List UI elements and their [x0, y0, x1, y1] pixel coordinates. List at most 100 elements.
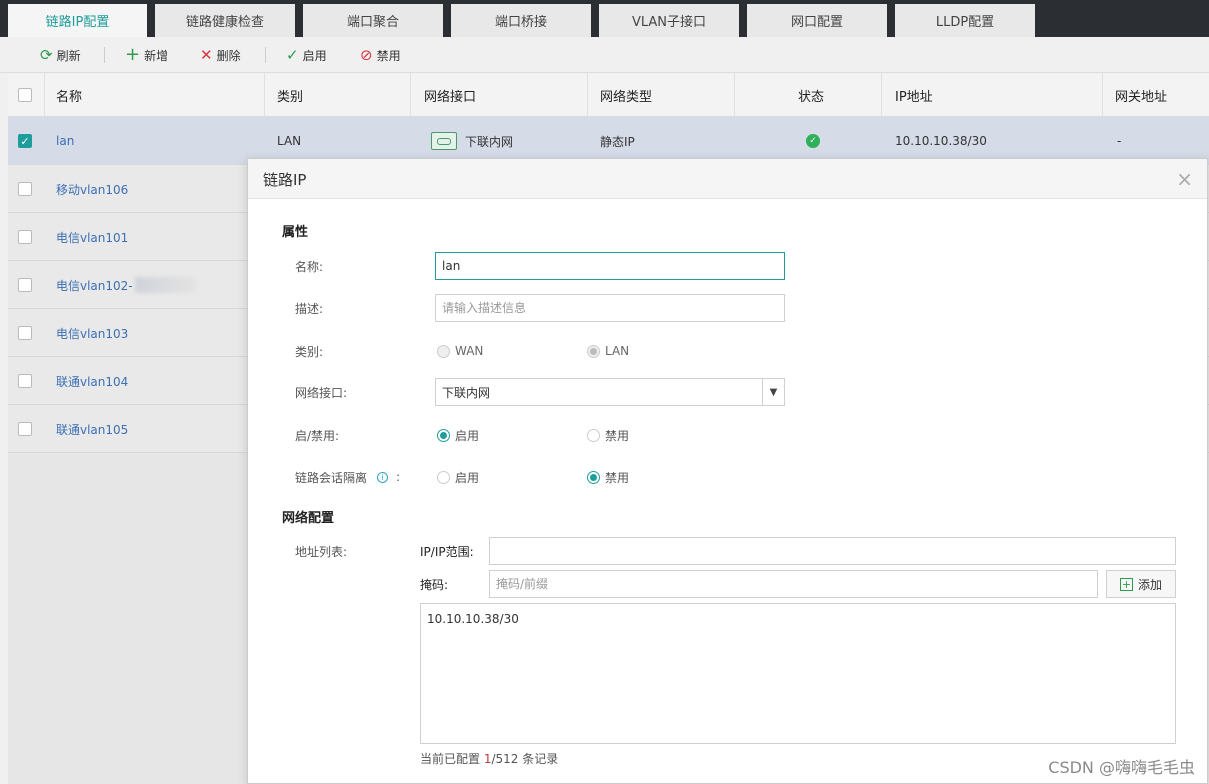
name-label: 名称: [295, 259, 324, 274]
description-label: 描述: [295, 301, 324, 316]
plus-icon: + [125, 44, 141, 65]
section-network-config: 网络配置 [282, 511, 335, 526]
ip-range-input[interactable] [489, 537, 1176, 565]
dialog-title: 链路IP [263, 170, 307, 189]
enable-button[interactable]: ✓ 启用 [286, 37, 327, 73]
col-net-type[interactable]: 网络类型 [600, 73, 652, 117]
link-ip-dialog: 链路IP × 属性 名称: 描述: 类别: WAN LAN 网络接口: 下联内网… [247, 158, 1208, 784]
col-category[interactable]: 类别 [277, 73, 303, 117]
refresh-icon: ⟳ [40, 45, 53, 64]
dialog-header: 链路IP × [248, 159, 1207, 199]
tab-port-config[interactable]: 网口配置 [747, 4, 887, 37]
interface-select[interactable]: 下联内网 ▼ [435, 378, 785, 406]
row-name-link[interactable]: 电信vlan102- [56, 261, 195, 309]
info-icon[interactable]: i [377, 471, 389, 483]
tab-lldp-config[interactable]: LLDP配置 [895, 4, 1035, 37]
radio-circle [437, 344, 450, 358]
category-lan-radio[interactable]: LAN [587, 337, 629, 365]
section-properties: 属性 [282, 225, 309, 240]
radio-label: 禁用 [605, 428, 630, 443]
row-checkbox[interactable] [18, 213, 32, 261]
disable-button[interactable]: ⊘ 禁用 [360, 37, 401, 73]
radio-circle [587, 470, 600, 484]
tab-link-health-check[interactable]: 链路健康检查 [155, 4, 295, 37]
ip-range-label: IP/IP范围: [420, 544, 474, 559]
delete-label: 删除 [216, 48, 241, 63]
description-input[interactable] [435, 294, 785, 322]
redacted-blur [134, 277, 195, 293]
col-gateway[interactable]: 网关地址 [1115, 73, 1167, 117]
tab-link-ip-config[interactable]: 链路IP配置 [8, 4, 147, 37]
interface-select-value: 下联内网 [442, 385, 491, 400]
record-count-prefix: 当前已配置 [420, 752, 484, 766]
row-checkbox[interactable]: ✓ [18, 117, 32, 165]
mask-label: 掩码: [420, 577, 449, 592]
radio-label: 禁用 [605, 470, 630, 485]
toggle-label: 启/禁用: [295, 428, 340, 443]
row-name-link[interactable]: 移动vlan106 [56, 165, 128, 213]
row-checkbox[interactable] [18, 165, 32, 213]
row-name-link[interactable]: 电信vlan103 [56, 309, 128, 357]
row-name-link[interactable]: 电信vlan101 [56, 213, 128, 261]
radio-circle [437, 428, 450, 442]
row-name-link[interactable]: 联通vlan104 [56, 357, 128, 405]
row-name-link[interactable]: lan [56, 117, 74, 165]
isolation-enable-radio[interactable]: 启用 [437, 463, 479, 491]
address-list-item[interactable]: 10.10.10.38/30 [427, 612, 1169, 626]
row-name-text: 电信vlan102- [56, 278, 133, 293]
toggle-disable-radio[interactable]: 禁用 [587, 421, 629, 449]
tab-port-bridge[interactable]: 端口桥接 [451, 4, 591, 37]
enable-label: 启用 [302, 48, 327, 63]
toolbar: ⟳ 刷新 + 新增 ✕ 删除 ✓ 启用 ⊘ 禁用 [0, 37, 1209, 73]
row-checkbox[interactable] [18, 261, 32, 309]
name-input[interactable] [435, 252, 785, 280]
status-ok-icon: ✓ [806, 134, 820, 148]
network-port-icon [431, 132, 457, 150]
refresh-label: 刷新 [56, 48, 81, 63]
add-address-button[interactable]: + 添加 [1106, 570, 1176, 598]
delete-button[interactable]: ✕ 删除 [200, 37, 241, 73]
add-label: 新增 [144, 48, 169, 63]
radio-circle [587, 428, 600, 442]
row-checkbox[interactable] [18, 357, 32, 405]
radio-circle [437, 470, 450, 484]
interface-label: 网络接口: [295, 385, 348, 400]
col-name[interactable]: 名称 [56, 73, 82, 117]
radio-circle [587, 344, 600, 358]
isolation-label-text: 链路会话隔离 [295, 470, 368, 485]
row-checkbox[interactable] [18, 309, 32, 357]
toolbar-divider [104, 47, 105, 63]
close-icon[interactable]: × [1176, 159, 1193, 199]
record-count: 当前已配置 1/512 条记录 [420, 750, 558, 767]
row-checkbox[interactable] [18, 405, 32, 453]
row-name-link[interactable]: 联通vlan105 [56, 405, 128, 453]
add-address-label: 添加 [1137, 577, 1162, 592]
tab-vlan-subinterface[interactable]: VLAN子接口 [599, 4, 739, 37]
isolation-disable-radio[interactable]: 禁用 [587, 463, 629, 491]
toggle-enable-radio[interactable]: 启用 [437, 421, 479, 449]
col-ip[interactable]: IP地址 [895, 73, 933, 117]
refresh-button[interactable]: ⟳ 刷新 [40, 37, 81, 73]
radio-label: LAN [605, 344, 630, 358]
isolation-colon: : [396, 470, 401, 484]
radio-label: WAN [455, 344, 484, 358]
row-interface-label: 下联内网 [465, 134, 514, 149]
table-header: 名称 类别 网络接口 网络类型 状态 IP地址 网关地址 [8, 73, 1209, 117]
check-icon: ✓ [286, 45, 299, 64]
radio-label: 启用 [455, 428, 480, 443]
record-count-suffix: /512 条记录 [491, 752, 559, 766]
col-status[interactable]: 状态 [798, 73, 824, 117]
ban-icon: ⊘ [360, 45, 373, 64]
col-interface[interactable]: 网络接口 [424, 73, 476, 117]
add-icon: + [1119, 577, 1133, 591]
category-wan-radio[interactable]: WAN [437, 337, 483, 365]
tab-port-aggregation[interactable]: 端口聚合 [303, 4, 443, 37]
mask-input[interactable] [489, 570, 1098, 598]
x-icon: ✕ [200, 45, 213, 64]
select-all-checkbox[interactable] [18, 73, 32, 117]
category-label: 类别: [295, 344, 324, 359]
top-tab-bar: 链路IP配置 链路健康检查 端口聚合 端口桥接 VLAN子接口 网口配置 LLD… [0, 0, 1209, 37]
toolbar-divider [265, 47, 266, 63]
add-button[interactable]: + 新增 [125, 37, 168, 73]
address-list-box[interactable]: 10.10.10.38/30 [420, 603, 1176, 744]
